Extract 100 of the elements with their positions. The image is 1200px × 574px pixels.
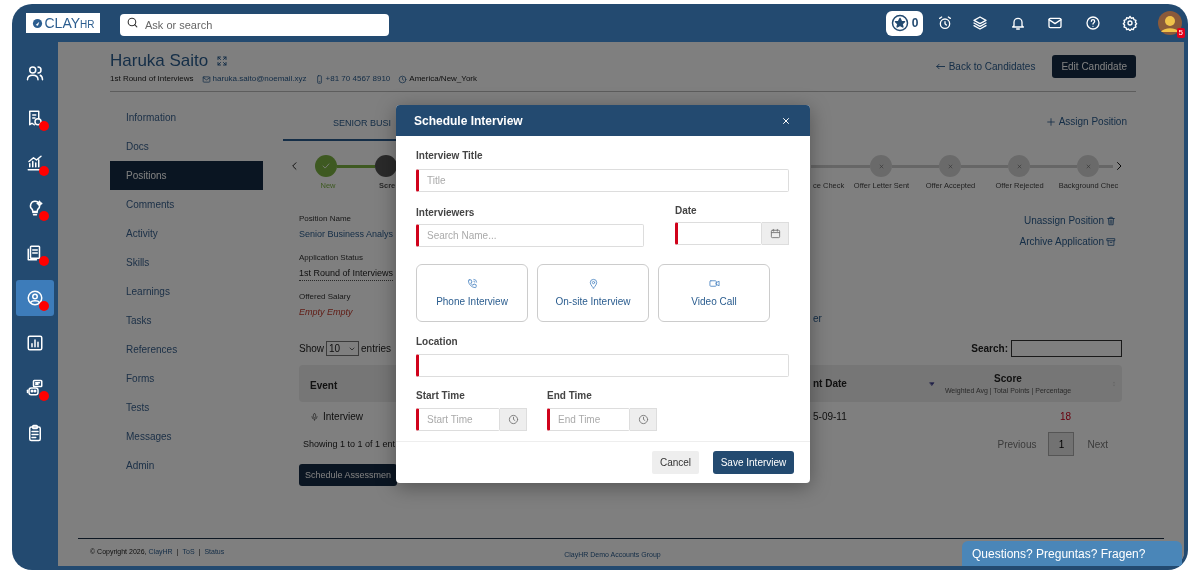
x-icon bbox=[1084, 162, 1092, 170]
nav-item[interactable]: Skills bbox=[110, 248, 263, 277]
email-link[interactable]: haruka.saito@noemail.xyz bbox=[212, 73, 307, 85]
x-icon bbox=[877, 162, 885, 170]
expand-icon[interactable] bbox=[216, 55, 229, 67]
back-link[interactable]: Back to Candidates bbox=[948, 59, 1036, 74]
field-label: Interview Title bbox=[416, 149, 484, 163]
field-label: Application Status bbox=[299, 251, 365, 264]
field-label: Date bbox=[675, 204, 698, 218]
clipboard-icon bbox=[26, 424, 44, 442]
column-header[interactable]: nt Date bbox=[813, 376, 928, 392]
save-interview-button[interactable]: Save Interview bbox=[713, 451, 794, 474]
interview-type-option[interactable]: Video Call bbox=[658, 264, 770, 322]
table-info: Showing 1 to 1 of 1 ent bbox=[303, 437, 396, 451]
phone-icon bbox=[314, 74, 324, 84]
chevron-left-icon[interactable] bbox=[289, 160, 299, 172]
nav-item[interactable]: Messages bbox=[110, 422, 263, 451]
plus-icon bbox=[1045, 116, 1056, 127]
action-link[interactable]: Archive Application bbox=[1019, 234, 1104, 250]
page-button[interactable]: 1 bbox=[1048, 432, 1075, 457]
location-pin-icon bbox=[587, 277, 599, 289]
nav-item[interactable]: Forms bbox=[110, 364, 263, 393]
column-header[interactable]: Score bbox=[994, 371, 1022, 386]
picker-button[interactable] bbox=[762, 222, 789, 245]
field-value[interactable]: Senior Business Analys bbox=[299, 228, 397, 242]
clayhr-logo[interactable]: CLAYHR bbox=[26, 13, 100, 33]
help-tab[interactable]: Questions? Preguntas? Fragen? bbox=[962, 541, 1182, 566]
check-icon bbox=[321, 161, 331, 171]
x-icon bbox=[1015, 162, 1023, 170]
mail-icon[interactable] bbox=[1047, 15, 1063, 31]
clock-icon bbox=[398, 74, 408, 84]
people-icon bbox=[26, 64, 44, 82]
help-icon[interactable] bbox=[1085, 15, 1101, 31]
layers-icon[interactable] bbox=[972, 15, 988, 31]
clock-icon bbox=[507, 414, 519, 425]
field-value: Empty Empty bbox=[299, 306, 354, 320]
candidate-name: Haruka Saito bbox=[110, 51, 209, 71]
field-label: End Time bbox=[547, 389, 593, 403]
growth-chart-icon bbox=[26, 154, 44, 172]
microphone-icon bbox=[310, 411, 319, 422]
previous-link[interactable]: Previous bbox=[997, 436, 1037, 452]
field-label: Interviewers bbox=[416, 206, 476, 220]
avatar[interactable] bbox=[1158, 11, 1182, 35]
table-search-field[interactable] bbox=[1011, 340, 1122, 358]
entries-label: entries bbox=[361, 342, 392, 357]
sort-down-icon[interactable] bbox=[928, 379, 936, 388]
mail-icon bbox=[201, 74, 211, 84]
dialog-title: Schedule Interview bbox=[414, 112, 523, 130]
page-size-select[interactable]: 10 bbox=[326, 341, 359, 357]
logo-mark-icon bbox=[31, 17, 43, 29]
nav-item[interactable]: Information bbox=[110, 103, 263, 132]
field-label: Offered Salary bbox=[299, 291, 352, 304]
video-camera-icon bbox=[708, 277, 720, 289]
nav-item[interactable]: Learnings bbox=[110, 277, 263, 306]
phone-call-icon bbox=[466, 277, 478, 289]
clock-icon bbox=[637, 414, 649, 425]
schedule-assessment-button[interactable]: Schedule Assessmen bbox=[299, 464, 397, 487]
interviewers-field[interactable]: Search Name... bbox=[416, 224, 644, 247]
nav-item[interactable]: Activity bbox=[110, 219, 263, 248]
interview-type-option[interactable]: Phone Interview bbox=[416, 264, 528, 322]
nav-item[interactable]: Admin bbox=[110, 451, 263, 480]
cancel-button[interactable]: Cancel bbox=[652, 451, 699, 474]
arrow-left-icon bbox=[934, 61, 946, 72]
points-badge[interactable]: 0 bbox=[886, 10, 923, 36]
edit-candidate-button[interactable]: Edit Candidate bbox=[1052, 55, 1136, 78]
action-link[interactable]: Unassign Position bbox=[1023, 213, 1104, 229]
column-header[interactable]: Event bbox=[310, 379, 338, 391]
nav-item[interactable]: Tasks bbox=[110, 306, 263, 335]
sidebar-item[interactable] bbox=[16, 280, 54, 316]
alarm-clock-icon[interactable] bbox=[937, 15, 953, 31]
nav-item[interactable]: Positions bbox=[110, 161, 263, 190]
link-text[interactable]: er bbox=[811, 311, 822, 327]
table-cell-text: 18 bbox=[1060, 410, 1072, 425]
nav-item[interactable]: Docs bbox=[110, 132, 263, 161]
table-cell-text: Interview bbox=[323, 410, 363, 425]
archive-icon bbox=[1106, 236, 1116, 247]
trash-icon bbox=[1106, 215, 1116, 226]
field-label: Location bbox=[416, 335, 459, 349]
receipt-icon bbox=[26, 109, 44, 127]
notifications-icon[interactable] bbox=[1010, 15, 1026, 31]
settings-icon[interactable] bbox=[1122, 15, 1138, 31]
bar-chart-icon bbox=[26, 334, 44, 352]
search-field[interactable]: Ask or search bbox=[120, 14, 389, 36]
interview-type-option[interactable]: On-site Interview bbox=[537, 264, 649, 322]
field-value[interactable]: 1st Round of Interviews bbox=[299, 266, 394, 282]
nav-item[interactable]: Comments bbox=[110, 190, 263, 219]
table-cell-text: 5-09-11 bbox=[813, 410, 848, 425]
nav-item[interactable]: Tests bbox=[110, 393, 263, 422]
show-label: Show bbox=[299, 342, 324, 357]
field-label: Start Time bbox=[416, 389, 466, 403]
next-link[interactable]: Next bbox=[1087, 436, 1108, 452]
title-field[interactable]: Title bbox=[416, 169, 789, 192]
location-field[interactable] bbox=[416, 354, 789, 377]
field-label: Position Name bbox=[299, 213, 353, 226]
timezone: America/New_York bbox=[409, 73, 478, 85]
nav-item[interactable]: References bbox=[110, 335, 263, 364]
person-circle-icon bbox=[26, 289, 44, 307]
assign-position-link[interactable]: Assign Position bbox=[1058, 114, 1127, 129]
notification-badge: 5 bbox=[1176, 28, 1185, 38]
search-icon bbox=[126, 16, 139, 29]
